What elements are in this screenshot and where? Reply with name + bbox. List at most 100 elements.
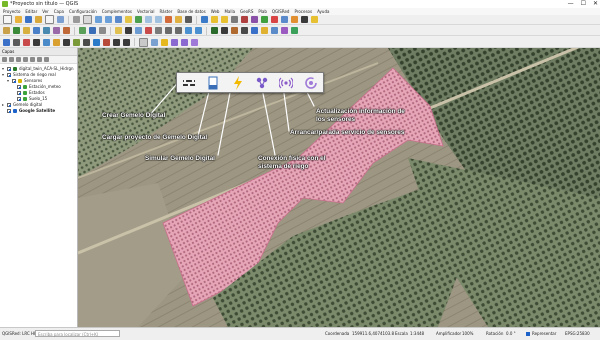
- save-edits-icon[interactable]: [125, 27, 132, 34]
- qgisred-project-icon[interactable]: [3, 38, 10, 46]
- magnifier-value[interactable]: 100%: [462, 328, 473, 340]
- processing-toolbox-icon[interactable]: [291, 27, 298, 34]
- menu-configuracion[interactable]: Configuración: [69, 8, 97, 15]
- map-canvas[interactable]: Crear Gemelo Digital Cargar proyecto de …: [78, 48, 600, 327]
- label-icon[interactable]: [211, 27, 218, 34]
- sum-icon[interactable]: [271, 16, 278, 23]
- coordinate-value[interactable]: 159911.6,4074103.8: [352, 328, 394, 340]
- deselect-icon[interactable]: [231, 16, 238, 23]
- qgisred-network-icon[interactable]: [43, 38, 50, 46]
- layer-visibility-checkbox[interactable]: [7, 73, 11, 77]
- add-virtual-icon[interactable]: [53, 27, 60, 34]
- zoom-out-icon[interactable]: [105, 16, 112, 23]
- pan-icon[interactable]: [73, 16, 80, 23]
- layer-visibility-checkbox[interactable]: [7, 67, 11, 71]
- label-pin-icon[interactable]: [221, 27, 228, 34]
- menu-malla[interactable]: Malla: [224, 8, 235, 15]
- map-tips-icon[interactable]: [311, 16, 318, 23]
- select-feature-icon[interactable]: [211, 16, 218, 23]
- qgisred-pipe-icon[interactable]: [63, 38, 70, 46]
- qgisred-analysis-icon[interactable]: [103, 38, 110, 46]
- digital-twin-simulate-icon[interactable]: [161, 38, 168, 46]
- field-calculator-icon[interactable]: [251, 16, 258, 23]
- lightning-icon[interactable]: [230, 75, 246, 90]
- minimize-button[interactable]: —: [568, 0, 574, 8]
- label-move-icon[interactable]: [231, 27, 238, 34]
- zoom-in-icon[interactable]: [95, 16, 102, 23]
- qgisred-junction-icon[interactable]: [53, 38, 60, 46]
- rotation-value[interactable]: 0.0 °: [506, 328, 516, 340]
- qgisred-validate-icon[interactable]: [23, 38, 30, 46]
- menu-capa[interactable]: Capa: [54, 8, 64, 15]
- layer-visibility-checkbox[interactable]: [17, 97, 21, 101]
- pan-to-selection-icon[interactable]: [83, 15, 92, 24]
- add-group-icon[interactable]: [9, 57, 14, 62]
- measure-icon[interactable]: [281, 16, 288, 23]
- new-print-layout-icon[interactable]: [45, 15, 54, 24]
- redo-icon[interactable]: [195, 27, 202, 34]
- zoom-next-icon[interactable]: [155, 16, 162, 23]
- wireless-icon[interactable]: [278, 76, 294, 90]
- network-icon[interactable]: [181, 76, 197, 90]
- qgisred-valve-icon[interactable]: [83, 38, 90, 46]
- undo-icon[interactable]: [185, 27, 192, 34]
- manage-visibility-icon[interactable]: [16, 57, 21, 62]
- statistics-icon[interactable]: [261, 16, 268, 23]
- zoom-full-icon[interactable]: [115, 16, 122, 23]
- label-rotate-icon[interactable]: [241, 27, 248, 34]
- crs-value[interactable]: EPSG:25830: [565, 328, 590, 340]
- menu-editar[interactable]: Editar: [25, 8, 37, 15]
- expand-toggle-icon[interactable]: ▾: [2, 72, 5, 78]
- digital-twin-update-icon[interactable]: [191, 38, 198, 46]
- menu-base-datos[interactable]: Base de datos: [177, 8, 205, 15]
- identify-icon[interactable]: [201, 16, 208, 23]
- refresh-icon[interactable]: [303, 76, 319, 90]
- qgisred-tank-icon[interactable]: [73, 38, 80, 46]
- layer-visibility-checkbox[interactable]: [7, 103, 11, 107]
- new-geopackage-icon[interactable]: [89, 27, 96, 34]
- add-postgis-icon[interactable]: [43, 27, 50, 34]
- expand-toggle-icon[interactable]: ▸: [2, 102, 5, 108]
- diagram-icon[interactable]: [261, 27, 268, 34]
- new-map-view-icon[interactable]: [165, 16, 172, 23]
- new-temporary-icon[interactable]: [99, 27, 106, 34]
- menu-proyecto[interactable]: Proyecto: [3, 8, 20, 15]
- scale-value[interactable]: 1:3448: [410, 328, 424, 340]
- qgisred-results-icon[interactable]: [113, 38, 120, 46]
- select-by-value-icon[interactable]: [221, 16, 228, 23]
- open-styling-icon[interactable]: [2, 57, 7, 62]
- layer-item[interactable]: Google Satellite: [0, 108, 77, 114]
- bookmark-icon[interactable]: [175, 16, 182, 23]
- label-change-icon[interactable]: [251, 27, 258, 34]
- digital-twin-create-icon[interactable]: [139, 37, 148, 47]
- add-spatialite-icon[interactable]: [63, 27, 70, 34]
- expand-toggle-icon[interactable]: ▾: [7, 78, 10, 84]
- plugin-icon[interactable]: [271, 27, 278, 34]
- menu-geors[interactable]: GeoRS: [240, 8, 253, 15]
- layer-visibility-checkbox[interactable]: [17, 91, 21, 95]
- menu-qgisred[interactable]: QGISRed: [272, 8, 290, 15]
- remove-layer-icon[interactable]: [44, 57, 49, 62]
- new-layer-icon[interactable]: [79, 27, 86, 34]
- digital-twin-load-icon[interactable]: [151, 38, 158, 46]
- layer-visibility-checkbox[interactable]: [12, 79, 16, 83]
- text-annotation-icon[interactable]: [301, 16, 308, 23]
- add-vector-icon[interactable]: [13, 27, 20, 34]
- menu-web[interactable]: Web: [211, 8, 220, 15]
- layout-manager-icon[interactable]: [57, 16, 64, 23]
- edit-pencil-icon[interactable]: [115, 27, 122, 34]
- open-project-icon[interactable]: [15, 16, 22, 23]
- qgisred-settings-icon[interactable]: [13, 38, 20, 46]
- zoom-last-icon[interactable]: [145, 16, 152, 23]
- filter-legend-icon[interactable]: [23, 57, 28, 62]
- menu-ayuda[interactable]: Ayuda: [317, 8, 329, 15]
- qgisred-report-icon[interactable]: [123, 38, 130, 46]
- document-icon[interactable]: [205, 76, 221, 90]
- delete-feature-icon[interactable]: [145, 27, 152, 34]
- save-as-icon[interactable]: [35, 16, 42, 23]
- new-project-icon[interactable]: [3, 15, 12, 24]
- paste-feature-icon[interactable]: [175, 27, 182, 34]
- python-console-icon[interactable]: [281, 27, 288, 34]
- nodes-icon[interactable]: [254, 76, 270, 90]
- digitize-icon[interactable]: [135, 27, 142, 34]
